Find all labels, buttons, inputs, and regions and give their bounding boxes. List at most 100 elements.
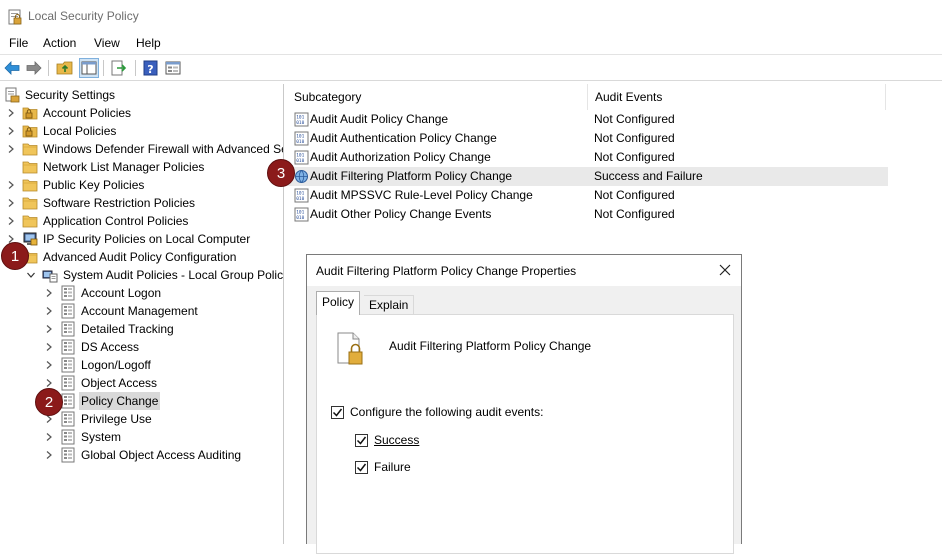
chevron-right-icon[interactable] bbox=[44, 446, 54, 464]
show-hide-tree-icon[interactable] bbox=[79, 58, 99, 78]
properties-icon[interactable] bbox=[164, 59, 182, 77]
column-header-subcategory[interactable]: Subcategory bbox=[287, 84, 588, 110]
chevron-right-icon[interactable] bbox=[44, 320, 54, 338]
audit-node-icon bbox=[60, 285, 76, 301]
chevron-down-icon[interactable] bbox=[26, 266, 36, 284]
tree-item-label: Account Logon bbox=[81, 286, 162, 300]
chevron-right-icon[interactable] bbox=[6, 212, 16, 230]
configure-audit-events-row[interactable]: Configure the following audit events: bbox=[331, 405, 543, 419]
chevron-right-icon[interactable] bbox=[44, 338, 54, 356]
back-arrow-icon[interactable] bbox=[3, 59, 21, 77]
audit-node-icon bbox=[60, 375, 76, 391]
tab-explain[interactable]: Explain bbox=[364, 295, 415, 315]
tree-item-account-logon[interactable]: Account Logon bbox=[44, 284, 163, 302]
tree-item-label: Detailed Tracking bbox=[81, 322, 174, 336]
tree-item-detailed-tracking[interactable]: Detailed Tracking bbox=[44, 320, 176, 338]
subcategory-name: Audit Other Policy Change Events bbox=[310, 207, 492, 221]
chevron-right-icon[interactable] bbox=[44, 284, 54, 302]
tree-item-label: System Audit Policies - Local Group Poli… bbox=[63, 268, 284, 282]
dialog-title: Audit Filtering Platform Policy Change P… bbox=[316, 264, 577, 278]
dialog-title-bar: Audit Filtering Platform Policy Change P… bbox=[307, 255, 741, 286]
tree-item-security-settings[interactable]: Security Settings bbox=[4, 86, 117, 104]
tree-item-system[interactable]: System bbox=[44, 428, 123, 446]
configure-audit-events-checkbox[interactable] bbox=[331, 405, 344, 419]
list-row-audit-audit-policy-change[interactable]: 101 010 Audit Audit Policy Change Not Confi… bbox=[287, 110, 888, 129]
up-folder-icon[interactable] bbox=[56, 59, 74, 77]
audit-node-icon bbox=[60, 339, 76, 355]
tree-item-label: Local Policies bbox=[43, 124, 117, 138]
list-row-audit-authorization-policy-change[interactable]: 101 010 Audit Authorization Policy Change N… bbox=[287, 148, 888, 167]
tree-item-account-management[interactable]: Account Management bbox=[44, 302, 200, 320]
tree-item-windows-defender-firewall-with-advanced-se[interactable]: Windows Defender Firewall with Advanced … bbox=[6, 140, 283, 158]
tree-item-global-object-access-auditing[interactable]: Global Object Access Auditing bbox=[44, 446, 243, 464]
chevron-right-icon[interactable] bbox=[44, 302, 54, 320]
tree-item-label: Public Key Policies bbox=[43, 178, 145, 192]
tree-item-privilege-use[interactable]: Privilege Use bbox=[44, 410, 154, 428]
local-security-policy-app-icon bbox=[8, 9, 22, 25]
tab-policy[interactable]: Policy bbox=[316, 291, 361, 315]
tree-item-object-access[interactable]: Object Access bbox=[44, 374, 159, 392]
tree-item-software-restriction-policies[interactable]: Software Restriction Policies bbox=[6, 194, 197, 212]
tree-item-ip-security-policies-on-local-computer[interactable]: IP Security Policies on Local Computer bbox=[6, 230, 252, 248]
chevron-right-icon[interactable] bbox=[6, 194, 16, 212]
svg-text:010: 010 bbox=[296, 215, 304, 221]
svg-text:101: 101 bbox=[296, 210, 304, 216]
menu-file[interactable]: File bbox=[9, 36, 28, 50]
tree-item-ds-access[interactable]: DS Access bbox=[44, 338, 141, 356]
tree-item-label: Account Management bbox=[81, 304, 198, 318]
column-header-audit-events[interactable]: Audit Events bbox=[588, 84, 886, 110]
tree-item-account-policies[interactable]: Account Policies bbox=[6, 104, 133, 122]
forward-arrow-icon[interactable] bbox=[25, 59, 43, 77]
svg-text:101: 101 bbox=[296, 191, 304, 197]
chevron-right-icon[interactable] bbox=[44, 428, 54, 446]
window-title: Local Security Policy bbox=[28, 9, 139, 23]
export-list-icon[interactable] bbox=[110, 59, 128, 77]
list-row-audit-mpssvc-rule-level-policy-change[interactable]: 101 010 Audit MPSSVC Rule-Level Policy Cha… bbox=[287, 186, 888, 205]
tree-pane[interactable]: Security Settings Account Policies Local P… bbox=[0, 84, 284, 544]
folder-icon bbox=[22, 177, 38, 193]
success-row[interactable]: Success bbox=[355, 433, 419, 447]
close-icon[interactable] bbox=[717, 262, 733, 278]
subcategory-name: Audit Authentication Policy Change bbox=[310, 131, 497, 145]
tree-item-logon-logoff[interactable]: Logon/Logoff bbox=[44, 356, 153, 374]
tree-item-label: Object Access bbox=[81, 376, 158, 390]
tree-item-advanced-audit-policy-configuration[interactable]: Advanced Audit Policy Configuration bbox=[6, 248, 238, 266]
menu-action[interactable]: Action bbox=[43, 36, 76, 50]
checkmark-icon bbox=[356, 436, 367, 445]
tree-item-local-policies[interactable]: Local Policies bbox=[6, 122, 118, 140]
audit-node-icon bbox=[60, 429, 76, 445]
chevron-right-icon[interactable] bbox=[6, 140, 16, 158]
svg-text:?: ? bbox=[147, 63, 153, 76]
audit-events-value: Not Configured bbox=[594, 150, 675, 164]
folder-lock-icon bbox=[22, 123, 38, 139]
failure-row[interactable]: Failure bbox=[355, 460, 411, 474]
list-row-audit-other-policy-change-events[interactable]: 101 010 Audit Other Policy Change Events No… bbox=[287, 205, 888, 224]
folder-icon bbox=[22, 195, 38, 211]
svg-text:010: 010 bbox=[296, 196, 304, 202]
failure-checkbox[interactable] bbox=[355, 460, 368, 474]
chevron-right-icon[interactable] bbox=[6, 176, 16, 194]
audit-policy-binary-icon: 101 010 bbox=[294, 150, 309, 165]
folder-icon bbox=[22, 159, 38, 175]
properties-dialog: Audit Filtering Platform Policy Change P… bbox=[306, 254, 742, 554]
audit-node-icon bbox=[60, 321, 76, 337]
list-row-audit-authentication-policy-change[interactable]: 101 010 Audit Authentication Policy Change… bbox=[287, 129, 888, 148]
audit-policy-binary-icon: 101 010 bbox=[294, 112, 309, 127]
tree-item-public-key-policies[interactable]: Public Key Policies bbox=[6, 176, 146, 194]
chevron-right-icon[interactable] bbox=[6, 122, 16, 140]
svg-text:101: 101 bbox=[296, 115, 304, 121]
menu-help[interactable]: Help bbox=[136, 36, 161, 50]
help-icon[interactable]: ? bbox=[142, 59, 160, 77]
folder-lock-icon bbox=[22, 105, 38, 121]
tree-item-network-list-manager-policies[interactable]: Network List Manager Policies bbox=[6, 158, 206, 176]
svg-text:101: 101 bbox=[296, 134, 304, 140]
audit-policy-globe-icon bbox=[294, 169, 309, 184]
tree-item-system-audit-policies-local-group-polic[interactable]: System Audit Policies - Local Group Poli… bbox=[26, 266, 284, 284]
menu-view[interactable]: View bbox=[94, 36, 120, 50]
chevron-right-icon[interactable] bbox=[6, 104, 16, 122]
group-policy-icon bbox=[42, 267, 58, 283]
success-checkbox[interactable] bbox=[355, 433, 368, 447]
list-row-audit-filtering-platform-policy-change[interactable]: Audit Filtering Platform Policy Change Su… bbox=[287, 167, 888, 186]
tree-item-application-control-policies[interactable]: Application Control Policies bbox=[6, 212, 190, 230]
chevron-right-icon[interactable] bbox=[44, 356, 54, 374]
